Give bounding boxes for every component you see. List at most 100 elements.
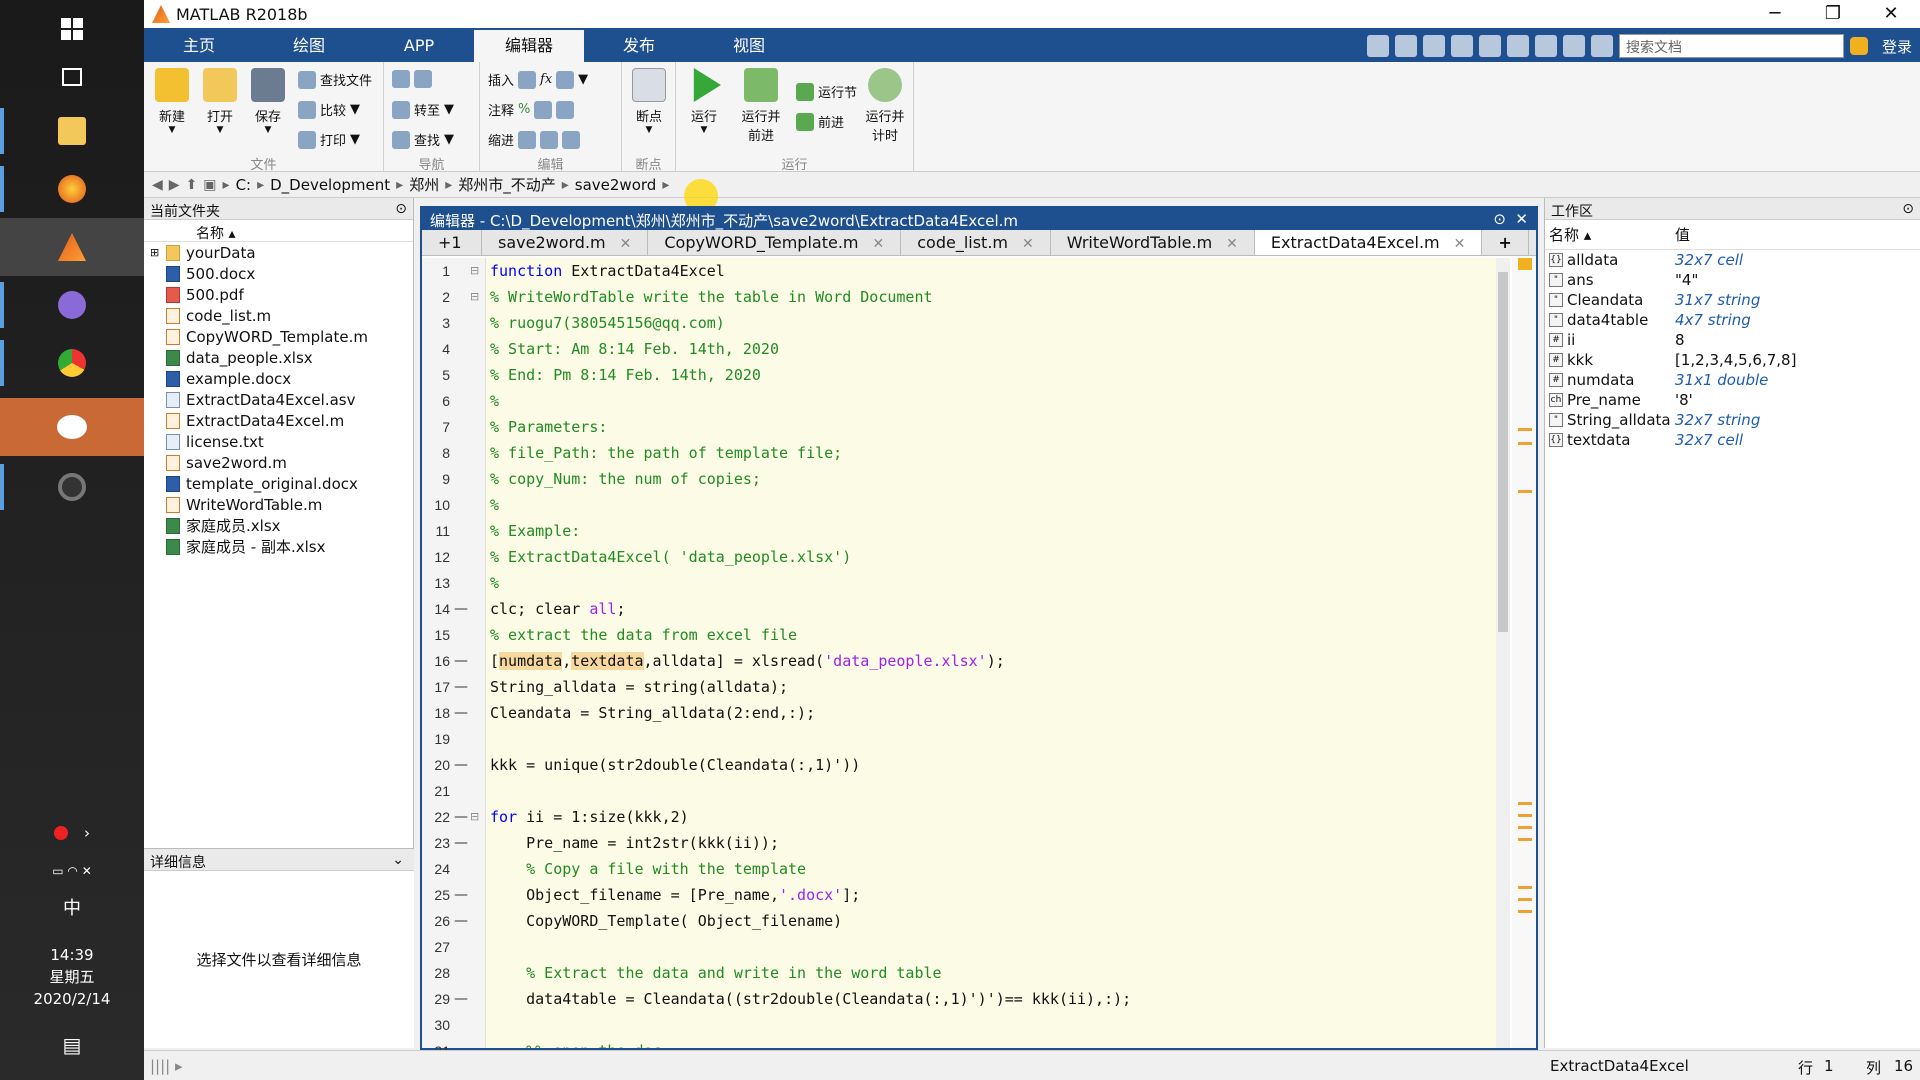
line-number-row[interactable]: 6 — [422, 388, 485, 414]
file-item[interactable]: save2word.m — [144, 452, 413, 473]
close-tab-icon[interactable]: ✕ — [1226, 236, 1238, 252]
tab-publish[interactable]: 发布 — [584, 30, 694, 62]
file-item[interactable]: example.docx — [144, 368, 413, 389]
file-item[interactable]: data_people.xlsx — [144, 347, 413, 368]
file-item[interactable]: CopyWORD_Template.m — [144, 326, 413, 347]
code-line[interactable]: % extract the data from excel file — [486, 622, 1500, 648]
code-line[interactable]: % Example: — [486, 518, 1500, 544]
close-tab-icon[interactable]: ✕ — [873, 236, 885, 252]
app-icon[interactable] — [0, 276, 144, 334]
notification-icon[interactable]: ▤ — [0, 1030, 144, 1060]
taskbar-clock[interactable]: 14:39 星期五 2020/2/14 — [0, 944, 144, 1010]
vertical-scrollbar[interactable] — [1496, 258, 1510, 1048]
code-line[interactable]: % End: Pm 8:14 Feb. 14th, 2020 — [486, 362, 1500, 388]
breakpoint-dash[interactable]: — — [454, 830, 468, 856]
line-number-row[interactable]: 2 ⊟ — [422, 284, 485, 310]
path-segment-drive[interactable]: C: — [236, 176, 252, 194]
analyzer-marker[interactable] — [1518, 814, 1532, 817]
line-number-row[interactable]: 14— — [422, 596, 485, 622]
code-line[interactable]: % Extract the data and write in the word… — [486, 960, 1500, 986]
chevron-down-icon[interactable]: ⌄ — [392, 852, 404, 868]
analyzer-marker[interactable] — [1518, 490, 1532, 493]
col-name[interactable]: 名称 ▴ — [1545, 224, 1675, 245]
code-area[interactable]: function ExtractData4Excel% WriteWordTab… — [486, 258, 1500, 1048]
editor-tab[interactable]: code_list.m ✕ — [901, 230, 1051, 255]
line-number-row[interactable]: 27 — [422, 934, 485, 960]
line-number-row[interactable]: 10 — [422, 492, 485, 518]
qat-dropdown-icon[interactable] — [1590, 35, 1613, 57]
print-button[interactable]: 打印 ▼ — [298, 130, 360, 149]
code-line[interactable] — [486, 1012, 1500, 1038]
file-item[interactable]: 500.docx — [144, 263, 413, 284]
comment-button[interactable]: 注释% — [488, 100, 575, 119]
search-docs-input[interactable]: 搜索文档 — [1618, 34, 1844, 58]
code-fold-icon[interactable]: ⊟ — [470, 284, 479, 310]
line-number-row[interactable]: 19 — [422, 726, 485, 752]
save-button[interactable]: 保存 ▼ — [244, 68, 292, 135]
qat-copy-icon[interactable] — [1422, 35, 1445, 57]
expand-icon[interactable]: ⊞ — [150, 246, 159, 259]
analyzer-marker[interactable] — [1518, 442, 1532, 445]
breakpoint-dash[interactable]: — — [454, 986, 468, 1012]
qat-help-icon[interactable] — [1562, 35, 1585, 57]
line-number-row[interactable]: 23— — [422, 830, 485, 856]
code-line[interactable]: CopyWORD_Template( Object_filename) — [486, 908, 1500, 934]
breakpoint-dash[interactable]: — — [454, 648, 468, 674]
scrollbar-thumb[interactable] — [1498, 272, 1508, 632]
workspace-variable-row[interactable]: " ans "4" — [1545, 270, 1920, 290]
code-line[interactable]: Cleandata = String_alldata(2:end,:); — [486, 700, 1500, 726]
file-item[interactable]: code_list.m — [144, 305, 413, 326]
line-number-row[interactable]: 25— — [422, 882, 485, 908]
analyzer-status-icon[interactable] — [1518, 258, 1532, 270]
code-line[interactable] — [486, 726, 1500, 752]
file-item[interactable]: 家庭成员 - 副本.xlsx — [144, 536, 413, 557]
qat-paste-icon[interactable] — [1450, 35, 1473, 57]
minimize-button[interactable]: ─ — [1746, 0, 1804, 28]
tab-plots[interactable]: 绘图 — [254, 30, 364, 62]
wechat-icon[interactable] — [0, 398, 144, 456]
back-forward-buttons[interactable] — [392, 70, 432, 88]
code-line[interactable]: function ExtractData4Excel — [486, 258, 1500, 284]
fx-icon[interactable]: fx — [540, 72, 552, 87]
file-item[interactable]: 500.pdf — [144, 284, 413, 305]
tray-record-icon[interactable]: › — [0, 818, 144, 848]
code-line[interactable]: % Parameters: — [486, 414, 1500, 440]
tab-overflow[interactable]: +1 — [422, 230, 482, 255]
code-line[interactable]: % file_Path: the path of template file; — [486, 440, 1500, 466]
line-number-row[interactable]: 1 ⊟ — [422, 258, 485, 284]
file-item[interactable]: 家庭成员.xlsx — [144, 515, 413, 536]
analyzer-marker[interactable] — [1518, 428, 1532, 431]
workspace-variable-row[interactable]: " Cleandata 31x7 string — [1545, 290, 1920, 310]
file-item[interactable]: license.txt — [144, 431, 413, 452]
details-title[interactable]: 详细信息 ⌄ — [144, 849, 414, 871]
close-tab-icon[interactable]: ✕ — [1022, 236, 1034, 252]
line-number-row[interactable]: 3 — [422, 310, 485, 336]
editor-tab[interactable]: CopyWORD_Template.m ✕ — [648, 230, 902, 255]
qat-redo-icon[interactable] — [1506, 35, 1529, 57]
line-number-row[interactable]: 22— ⊟ — [422, 804, 485, 830]
line-number-row[interactable]: 9 — [422, 466, 485, 492]
qat-save-icon[interactable] — [1366, 35, 1389, 57]
tab-editor[interactable]: 编辑器 — [474, 30, 584, 62]
ime-indicator[interactable]: 中 — [0, 892, 144, 922]
workspace-variable-row[interactable]: # numdata 31x1 double — [1545, 370, 1920, 390]
workspace-variable-row[interactable]: " data4table 4x7 string — [1545, 310, 1920, 330]
editor-close-icon[interactable]: ✕ — [1515, 210, 1528, 228]
notification-bell-icon[interactable] — [1849, 37, 1868, 55]
code-line[interactable]: % — [486, 388, 1500, 414]
breakpoint-dash[interactable]: — — [454, 596, 468, 622]
editor-tab[interactable]: WriteWordTable.m ✕ — [1051, 230, 1255, 255]
line-number-row[interactable]: 13 — [422, 570, 485, 596]
code-line[interactable]: kkk = unique(str2double(Cleandata(:,1)')… — [486, 752, 1500, 778]
code-line[interactable]: Object_filename = [Pre_name,'.docx']; — [486, 882, 1500, 908]
breakpoint-dash[interactable]: — — [454, 700, 468, 726]
breakpoint-dash[interactable]: — — [454, 752, 468, 778]
tab-apps[interactable]: APP — [364, 30, 474, 62]
compare-button[interactable]: 比较 ▼ — [298, 100, 360, 119]
login-button[interactable]: 登录 — [1874, 36, 1920, 57]
col-value[interactable]: 值 — [1675, 224, 1690, 245]
back-icon[interactable]: ◀ — [152, 177, 163, 193]
run-section-button[interactable]: 运行节 — [796, 82, 857, 101]
find-files-button[interactable]: 查找文件 — [298, 70, 372, 89]
line-number-row[interactable]: 12 — [422, 544, 485, 570]
